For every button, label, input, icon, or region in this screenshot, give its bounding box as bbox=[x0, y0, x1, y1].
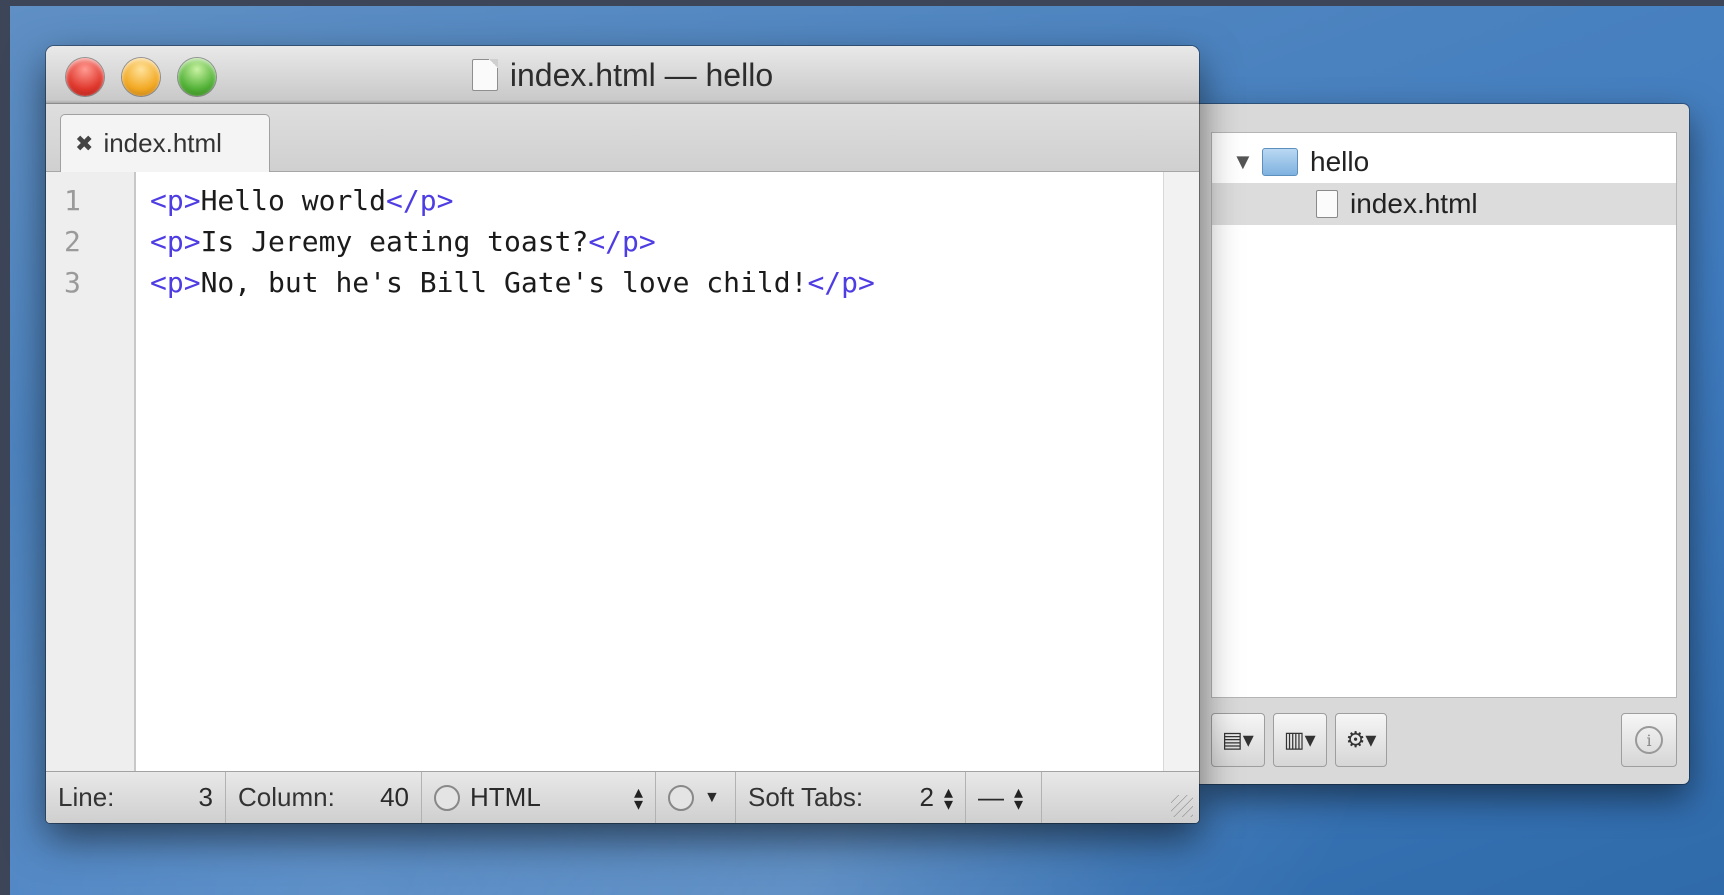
new-folder-button[interactable]: ▥▾ bbox=[1272, 713, 1327, 767]
tab-index-html[interactable]: ✖ index.html bbox=[60, 114, 270, 172]
html-open-tag: <p> bbox=[150, 266, 201, 299]
line-label: Line: bbox=[58, 782, 115, 812]
resize-grip-icon[interactable] bbox=[1171, 795, 1193, 817]
language-icon bbox=[434, 784, 460, 811]
updown-arrows-icon: ▴ ▾ bbox=[1014, 781, 1024, 814]
tab-label: index.html bbox=[103, 128, 222, 158]
column-indicator: Column: 40 bbox=[226, 772, 422, 823]
code-text-area[interactable]: <p>Hello world</p> <p>Is Jeremy eating t… bbox=[150, 172, 1159, 771]
language-value: HTML bbox=[470, 782, 541, 812]
info-button[interactable]: i bbox=[1621, 713, 1677, 767]
html-close-tag: </p> bbox=[807, 266, 875, 299]
html-open-tag: <p> bbox=[150, 225, 201, 258]
chevron-down-icon: ▼ bbox=[704, 788, 720, 806]
status-bar: Line: 3 Column: 40 HTML ▴ ▾ ▼ Soft Tabs: … bbox=[46, 771, 1199, 823]
project-file-row[interactable]: index.html bbox=[1212, 183, 1676, 225]
new-file-button[interactable]: ▤▾ bbox=[1211, 713, 1265, 767]
code-line: <p>Hello world</p> bbox=[150, 184, 453, 217]
code-line: <p>Is Jeremy eating toast?</p> bbox=[150, 225, 656, 258]
soft-tabs-value: 2 bbox=[919, 782, 934, 812]
code-text: No, but he's Bill Gate's love child! bbox=[200, 266, 808, 299]
project-folder-row[interactable]: ▼ hello bbox=[1212, 141, 1676, 183]
line-value: 3 bbox=[198, 782, 213, 812]
html-file-icon bbox=[1316, 190, 1338, 218]
disclosure-triangle-icon[interactable]: ▼ bbox=[1232, 149, 1262, 175]
project-folder-label: hello bbox=[1310, 146, 1370, 177]
language-popup[interactable]: HTML ▴ ▾ bbox=[422, 772, 656, 823]
folder-icon bbox=[1262, 148, 1298, 176]
code-line: <p>No, but he's Bill Gate's love child!<… bbox=[150, 266, 875, 299]
title-bar[interactable]: index.html — hello bbox=[46, 46, 1199, 104]
line-indicator: Line: 3 bbox=[46, 772, 226, 823]
html-close-tag: </p> bbox=[588, 225, 656, 258]
html-open-tag: <p> bbox=[150, 184, 201, 217]
action-menu-button[interactable]: ⚙▾ bbox=[1334, 713, 1388, 767]
code-text: Is Jeremy eating toast? bbox=[200, 225, 589, 258]
soft-tabs-popup[interactable]: Soft Tabs: 2 ▴ ▾ bbox=[736, 772, 966, 823]
document-proxy-icon[interactable] bbox=[471, 59, 498, 91]
editor-window: index.html — hello ✖ index.html 1 2 3 <p… bbox=[46, 46, 1199, 823]
line-number: 1 bbox=[64, 184, 81, 217]
bundle-gear-icon bbox=[668, 784, 694, 811]
line-number: 2 bbox=[64, 225, 81, 258]
drawer-toolbar: ▤▾ ▥▾ ⚙▾ i bbox=[1211, 708, 1677, 772]
tab-bar: ✖ index.html bbox=[46, 104, 1199, 172]
code-editor[interactable]: 1 2 3 <p>Hello world</p> <p>Is Jeremy ea… bbox=[46, 172, 1199, 771]
project-file-list: ▼ hello index.html bbox=[1211, 132, 1677, 698]
updown-arrows-icon: ▴ ▾ bbox=[943, 781, 953, 814]
symbol-popup[interactable]: — ▴ ▾ bbox=[966, 772, 1042, 823]
line-number-gutter: 1 2 3 bbox=[46, 172, 136, 771]
soft-tabs-label: Soft Tabs: bbox=[748, 782, 864, 812]
line-number: 3 bbox=[64, 266, 81, 299]
column-label: Column: bbox=[238, 782, 335, 812]
symbol-value: — bbox=[978, 782, 1004, 812]
column-value: 40 bbox=[380, 782, 409, 812]
code-text: Hello world bbox=[200, 184, 387, 217]
updown-arrows-icon: ▴ ▾ bbox=[633, 781, 643, 814]
project-file-label: index.html bbox=[1350, 188, 1478, 219]
tab-close-icon[interactable]: ✖ bbox=[75, 131, 93, 157]
bundle-popup[interactable]: ▼ bbox=[656, 772, 736, 823]
window-title-group: index.html — hello bbox=[46, 46, 1199, 104]
window-title: index.html — hello bbox=[509, 56, 774, 93]
vertical-scrollbar[interactable] bbox=[1163, 172, 1199, 771]
html-close-tag: </p> bbox=[386, 184, 454, 217]
project-drawer: ▼ hello index.html ▤▾ ▥▾ ⚙▾ i bbox=[1199, 104, 1689, 784]
info-icon: i bbox=[1635, 726, 1663, 754]
